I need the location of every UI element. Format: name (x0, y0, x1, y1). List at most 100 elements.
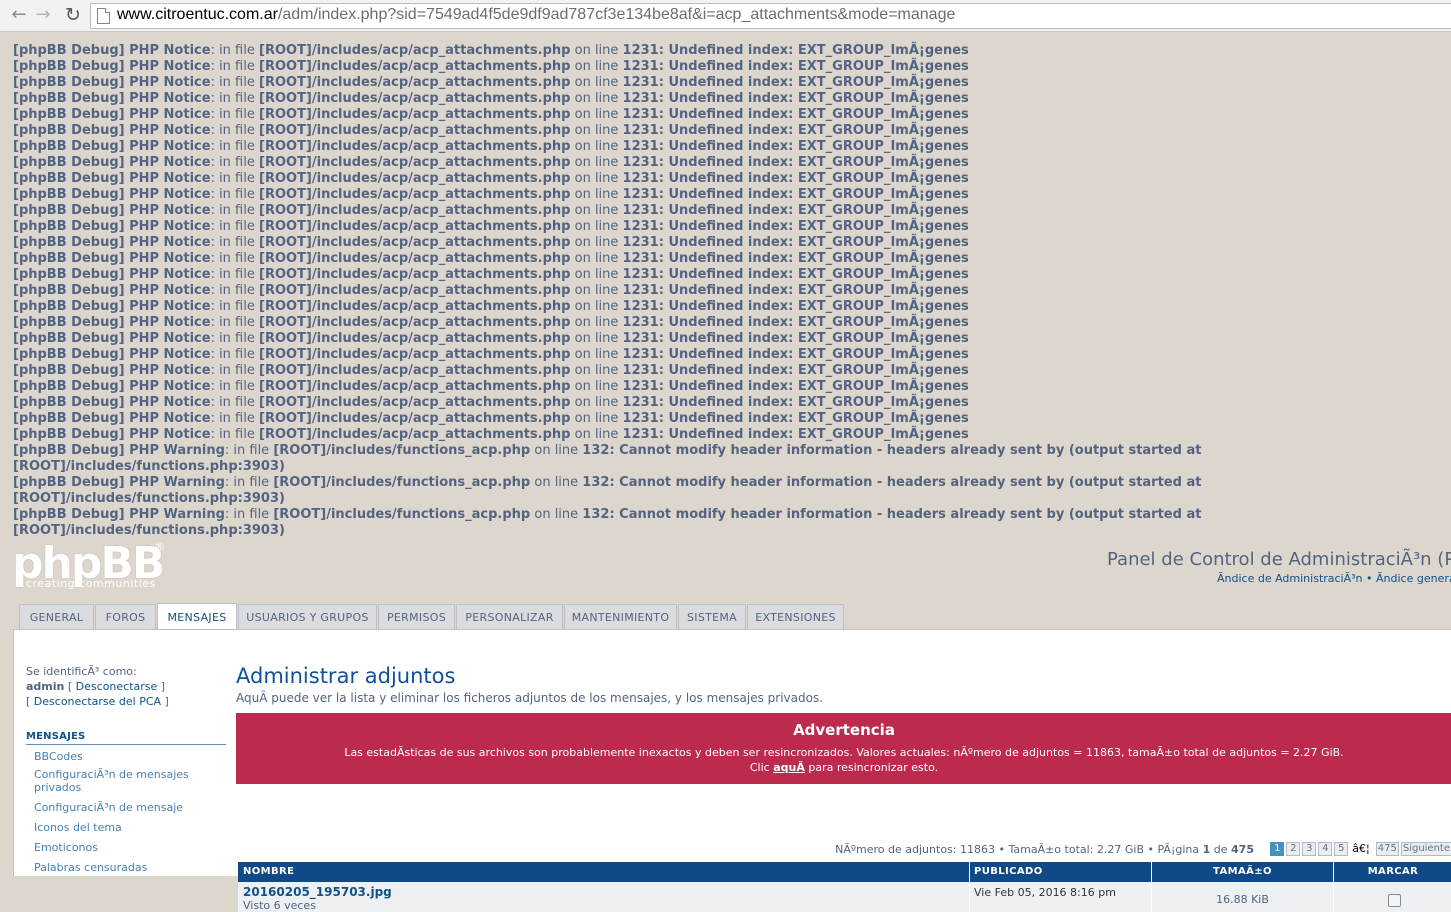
debug-in-file: : in file (210, 299, 259, 314)
col-header-size[interactable]: TAMAÃ±O (1151, 862, 1333, 882)
tab-general[interactable]: GENERAL (19, 604, 94, 629)
link-board-index[interactable]: Ãndice general (1376, 572, 1451, 585)
page-link-5[interactable]: 5 (1334, 842, 1349, 856)
debug-message: : Undefined index: EXT_GROUP_ImÃ¡genes (658, 363, 969, 378)
debug-on-line: on line (570, 379, 623, 394)
link-acp-index[interactable]: Ãndice de AdministraciÃ³n (1217, 572, 1363, 585)
debug-file: [ROOT]/includes/acp/acp_attachments.php (259, 107, 571, 122)
debug-file: [ROOT]/includes/acp/acp_attachments.php (259, 43, 571, 58)
forward-icon[interactable]: → (32, 4, 54, 26)
debug-notice-line: [phpBB Debug] PHP Notice: in file [ROOT]… (13, 427, 1233, 443)
debug-line: 1231 (622, 251, 659, 266)
debug-notice-line: [phpBB Debug] PHP Notice: in file [ROOT]… (13, 299, 1233, 315)
debug-message: : Undefined index: EXT_GROUP_ImÃ¡genes (658, 283, 969, 298)
debug-in-file: : in file (210, 315, 259, 330)
sidebar-item-smilies[interactable]: Emoticonos (26, 841, 226, 854)
tab-permisos[interactable]: PERMISOS (378, 604, 455, 629)
debug-message: : Undefined index: EXT_GROUP_ImÃ¡genes (658, 203, 969, 218)
user-info: Se identificÃ³ como: admin [ Desconectar… (26, 664, 226, 709)
address-bar[interactable]: www.citroentuc.com.ar/adm/index.php?sid=… (90, 3, 1451, 29)
next-page-button[interactable]: Siguiente (1400, 842, 1451, 856)
attachment-link[interactable]: 20160205_195703.jpg (243, 882, 969, 899)
col-header-posted[interactable]: PUBLICADO (969, 862, 1151, 882)
debug-notice-line: [phpBB Debug] PHP Notice: in file [ROOT]… (13, 219, 1233, 235)
page-link-3[interactable]: 3 (1302, 842, 1317, 856)
page-link-2[interactable]: 2 (1286, 842, 1301, 856)
debug-line: 1231 (622, 395, 659, 410)
debug-on-line: on line (570, 427, 623, 442)
phpbb-logo[interactable]: phpBB creating communities ® (12, 540, 172, 592)
debug-message: : Undefined index: EXT_GROUP_ImÃ¡genes (658, 43, 969, 58)
tab-sistema[interactable]: SISTEMA (678, 604, 746, 629)
logout-acp-link[interactable]: Desconectarse del PCA (34, 695, 161, 708)
main-content: Administrar adjuntos AquÃ­ puede ver la … (236, 663, 1451, 912)
debug-message: : Undefined index: EXT_GROUP_ImÃ¡genes (658, 123, 969, 138)
debug-on-line: on line (570, 139, 623, 154)
debug-line: 1231 (622, 427, 659, 442)
debug-prefix: [phpBB Debug] PHP Notice (13, 427, 211, 442)
sidebar-item-post-settings[interactable]: ConfiguraciÃ³n de mensaje (26, 801, 226, 814)
debug-prefix: [phpBB Debug] PHP Notice (13, 283, 211, 298)
sidebar-item-word-censors[interactable]: Palabras censuradas (26, 861, 226, 874)
warning-click-label: Clic (749, 761, 774, 774)
tab-foros[interactable]: FOROS (95, 604, 156, 629)
debug-prefix: [phpBB Debug] PHP Notice (13, 363, 211, 378)
sidebar-item-bbcodes[interactable]: BBCodes (26, 750, 226, 763)
url-text[interactable]: www.citroentuc.com.ar/adm/index.php?sid=… (117, 6, 955, 24)
debug-prefix: [phpBB Debug] PHP Notice (13, 91, 211, 106)
debug-notice-line: [phpBB Debug] PHP Notice: in file [ROOT]… (13, 107, 1233, 123)
debug-message: : Undefined index: EXT_GROUP_ImÃ¡genes (658, 75, 969, 90)
debug-line: 1231 (622, 123, 659, 138)
debug-file: [ROOT]/includes/acp/acp_attachments.php (259, 219, 571, 234)
debug-message: : Undefined index: EXT_GROUP_ImÃ¡genes (658, 395, 969, 410)
page-link-1[interactable]: 1 (1270, 842, 1285, 856)
debug-in-file: : in file (210, 155, 259, 170)
debug-line: 132 (582, 475, 610, 490)
debug-file: [ROOT]/includes/acp/acp_attachments.php (259, 331, 571, 346)
debug-on-line: on line (570, 75, 623, 90)
tab-usuarios-y-grupos[interactable]: USUARIOS Y GRUPOS (238, 604, 377, 629)
debug-file: [ROOT]/includes/acp/acp_attachments.php (259, 123, 571, 138)
debug-in-file: : in file (210, 59, 259, 74)
logout-link[interactable]: Desconectarse (76, 680, 158, 693)
col-header-name[interactable]: NOMBRE (238, 862, 969, 882)
page-of-label: de (1213, 843, 1228, 856)
mark-checkbox[interactable] (1388, 894, 1401, 907)
debug-in-file: : in file (210, 267, 259, 282)
debug-prefix: [phpBB Debug] PHP Notice (13, 395, 211, 410)
debug-notice-line: [phpBB Debug] PHP Notice: in file [ROOT]… (13, 203, 1233, 219)
tab-personalizar[interactable]: PERSONALIZAR (456, 604, 563, 629)
debug-message: : Undefined index: EXT_GROUP_ImÃ¡genes (658, 411, 969, 426)
debug-prefix: [phpBB Debug] PHP Warning (13, 507, 225, 522)
debug-file: [ROOT]/includes/acp/acp_attachments.php (259, 171, 571, 186)
tab-extensiones[interactable]: EXTENSIONES (747, 604, 844, 629)
menu-section-mensajes: MENSAJES (26, 731, 226, 745)
page-link-4[interactable]: 4 (1318, 842, 1333, 856)
sidebar-item-topic-icons[interactable]: Iconos del tema (26, 821, 226, 834)
back-icon[interactable]: ← (8, 4, 30, 26)
sidebar-item-pm-settings[interactable]: ConfiguraciÃ³n de mensajes privados (26, 768, 214, 794)
debug-message: : Undefined index: EXT_GROUP_ImÃ¡genes (658, 59, 969, 74)
pagination-info: NÃºmero de adjuntos: 11863 • TamaÃ±o tot… (835, 843, 1254, 856)
debug-notice-line: [phpBB Debug] PHP Notice: in file [ROOT]… (13, 251, 1233, 267)
debug-in-file: : in file (210, 331, 259, 346)
debug-on-line: on line (570, 219, 623, 234)
tab-mantenimiento[interactable]: MANTENIMIENTO (564, 604, 677, 629)
cell-size: 16.88 KiB (1151, 882, 1333, 912)
debug-line: 1231 (622, 43, 659, 58)
debug-file: [ROOT]/includes/acp/acp_attachments.php (259, 187, 571, 202)
warning-title: Advertencia (793, 721, 895, 739)
resync-link[interactable]: aquÃ­ (773, 761, 805, 774)
reload-icon[interactable]: ↻ (62, 4, 84, 26)
debug-in-file: : in file (210, 427, 259, 442)
debug-prefix: [phpBB Debug] PHP Warning (13, 475, 225, 490)
tab-mensajes[interactable]: MENSAJES (157, 603, 237, 630)
debug-prefix: [phpBB Debug] PHP Notice (13, 107, 211, 122)
page-link-last[interactable]: 475 (1375, 842, 1399, 856)
debug-prefix: [phpBB Debug] PHP Notice (13, 235, 211, 250)
table-header: NOMBRE PUBLICADO TAMAÃ±O MARCAR (238, 862, 1451, 882)
debug-file: [ROOT]/includes/acp/acp_attachments.php (259, 347, 571, 362)
acp-links: Ãndice de AdministraciÃ³n • Ãndice gener… (1217, 572, 1451, 585)
debug-prefix: [phpBB Debug] PHP Notice (13, 411, 211, 426)
debug-prefix: [phpBB Debug] PHP Notice (13, 219, 211, 234)
